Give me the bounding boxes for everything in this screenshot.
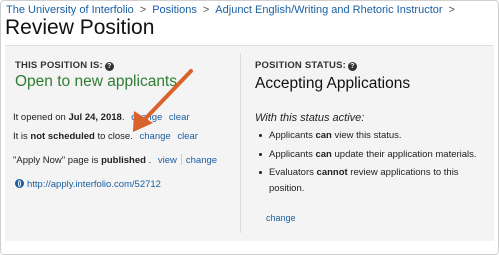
breadcrumb-separator: > bbox=[448, 4, 455, 16]
globe-icon bbox=[15, 179, 24, 188]
position-status-label: POSITION STATUS: bbox=[255, 60, 346, 71]
list-item: Evaluators cannot review applications to… bbox=[259, 165, 491, 196]
link-divider bbox=[180, 154, 182, 165]
list-item: Applicants can view this status. bbox=[259, 128, 491, 144]
breadcrumb-positions[interactable]: Positions bbox=[152, 4, 197, 16]
close-line: It is not scheduled to close. change cle… bbox=[13, 131, 198, 142]
apply-view-link[interactable]: view bbox=[158, 155, 177, 166]
apply-status: published bbox=[101, 155, 146, 166]
bullet-text: view this status. bbox=[331, 130, 402, 141]
breadcrumb-position[interactable]: Adjunct English/Writing and Rhetoric Ins… bbox=[215, 4, 442, 16]
page-title: Review Position bbox=[5, 16, 155, 39]
bullet-text: Evaluators bbox=[269, 167, 317, 178]
apply-prefix: "Apply Now" page is bbox=[13, 155, 102, 166]
apply-line: "Apply Now" page is published . view chan… bbox=[13, 154, 217, 166]
position-is-heading: THIS POSITION IS:? bbox=[15, 60, 114, 71]
accepting-status-text: Accepting Applications bbox=[255, 75, 411, 92]
opened-prefix: It opened on bbox=[13, 112, 69, 123]
opened-date: Jul 24, 2018 bbox=[68, 112, 122, 123]
close-prefix: It is bbox=[13, 131, 31, 142]
opened-clear-link[interactable]: clear bbox=[169, 112, 190, 123]
breadcrumb-separator: > bbox=[202, 4, 210, 16]
breadcrumb: The University of Interfolio > Positions > A… bbox=[6, 4, 461, 16]
position-status-heading: POSITION STATUS:? bbox=[255, 60, 357, 71]
apply-url-link[interactable]: http://apply.interfolio.com/52712 bbox=[15, 179, 161, 190]
close-change-link[interactable]: change bbox=[140, 131, 171, 142]
bullet-emphasis: can bbox=[315, 130, 332, 141]
status-change-link[interactable]: change bbox=[266, 213, 296, 223]
position-is-label: THIS POSITION IS: bbox=[15, 60, 103, 71]
position-window: The University of Interfolio > Positions > A… bbox=[0, 0, 499, 255]
frame-bottom bbox=[1, 244, 498, 254]
bullet-emphasis: cannot bbox=[316, 167, 348, 178]
status-effects-list: Applicants can view this status. Applica… bbox=[259, 128, 491, 199]
position-status-text: Open to new applicants bbox=[15, 73, 177, 90]
opened-change-link[interactable]: change bbox=[131, 112, 162, 123]
opened-line: It opened on Jul 24, 2018. change clear bbox=[13, 112, 190, 123]
bullet-text: Applicants bbox=[269, 130, 316, 141]
close-clear-link[interactable]: clear bbox=[177, 131, 198, 142]
help-icon[interactable]: ? bbox=[348, 62, 357, 71]
list-item: Applicants can update their application … bbox=[259, 147, 491, 163]
close-status: not scheduled bbox=[30, 131, 95, 142]
panel-divider bbox=[240, 53, 241, 233]
breadcrumb-university[interactable]: The University of Interfolio bbox=[6, 4, 134, 16]
breadcrumb-separator: > bbox=[139, 4, 147, 16]
apply-change-link[interactable]: change bbox=[186, 155, 217, 166]
close-suffix: to close. bbox=[94, 131, 133, 142]
apply-url-text[interactable]: http://apply.interfolio.com/52712 bbox=[27, 179, 161, 190]
bullet-text: Applicants bbox=[269, 148, 316, 160]
opened-suffix: . bbox=[121, 112, 125, 123]
apply-suffix: . bbox=[145, 155, 152, 166]
help-icon[interactable]: ? bbox=[104, 62, 114, 71]
bullet-text: update their application materials. bbox=[331, 148, 477, 160]
bullet-emphasis: can bbox=[315, 148, 332, 160]
with-status-caption: With this status active: bbox=[255, 112, 365, 124]
